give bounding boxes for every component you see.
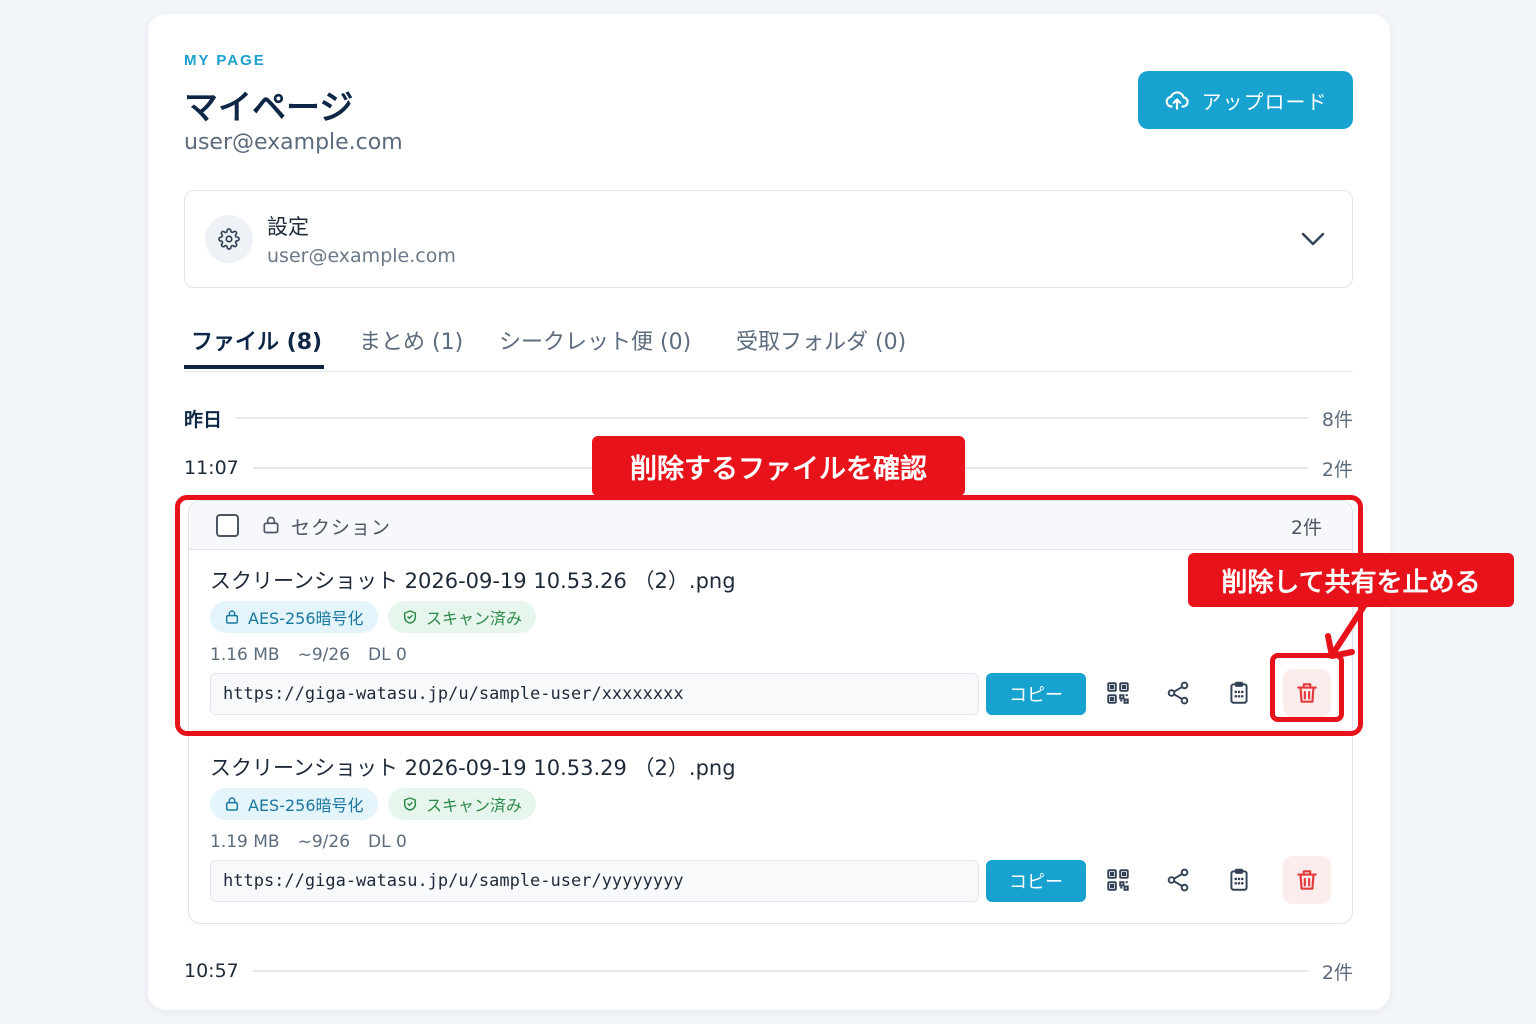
file-item: スクリーンショット 2026-09-19 10.53.29 （2）.png AE… — [189, 752, 1352, 923]
upload-button-label: アップロード — [1201, 89, 1328, 114]
badge-label: スキャン済み — [426, 609, 523, 628]
settings-title: 設定 — [267, 215, 309, 239]
active-tab-indicator — [184, 365, 324, 369]
settings-icon-wrap — [205, 215, 253, 263]
tab-inbox[interactable]: 受取フォルダ (0) — [736, 324, 906, 372]
share-icon — [1167, 868, 1189, 892]
file-downloads: DL 0 — [368, 832, 407, 852]
copy-button[interactable]: コピー — [986, 673, 1086, 715]
file-meta: 1.19 MB ~9/26 DL 0 — [210, 832, 425, 852]
share-button[interactable] — [1154, 669, 1202, 717]
file-size: 1.19 MB — [210, 832, 280, 852]
share-url-field[interactable]: https://giga-watasu.jp/u/sample-user/yyy… — [210, 860, 979, 902]
lock-icon — [263, 516, 279, 534]
settings-email: user@example.com — [267, 245, 456, 267]
qr-code-icon — [1107, 869, 1129, 891]
gear-icon — [218, 228, 240, 250]
settings-panel[interactable]: 設定 user@example.com — [184, 190, 1353, 288]
tab-bar: ファイル (8) まとめ (1) シークレット便 (0) 受取フォルダ (0) — [184, 318, 1353, 372]
copy-button[interactable]: コピー — [986, 860, 1086, 902]
annotation-callout-confirm: 削除するファイルを確認 — [592, 436, 965, 496]
annotation-arrow-icon — [1325, 603, 1367, 659]
qr-button[interactable] — [1094, 669, 1142, 717]
clipboard-button[interactable] — [1215, 669, 1263, 717]
divider — [252, 970, 1308, 972]
delete-button[interactable] — [1283, 669, 1331, 717]
shield-check-icon — [403, 610, 417, 624]
file-expiry: ~9/26 — [297, 832, 351, 852]
section-count: 2件 — [1290, 517, 1322, 539]
page-title: マイページ — [184, 88, 354, 128]
lock-icon — [225, 797, 239, 811]
section-header: セクション 2件 — [189, 501, 1352, 550]
file-name: スクリーンショット 2026-09-19 10.53.29 （2）.png — [210, 756, 736, 780]
badge-label: AES-256暗号化 — [248, 796, 364, 815]
share-icon — [1167, 681, 1189, 705]
group-count: 8件 — [1321, 408, 1353, 431]
badge-label: スキャン済み — [426, 796, 523, 815]
cloud-upload-icon — [1165, 91, 1189, 110]
annotation-callout-delete: 削除して共有を止める — [1188, 553, 1514, 607]
share-button[interactable] — [1154, 856, 1202, 904]
file-expiry: ~9/26 — [297, 645, 351, 665]
trash-icon — [1297, 870, 1317, 890]
clipboard-icon — [1230, 868, 1248, 891]
scan-badge: スキャン済み — [388, 788, 537, 820]
qr-code-icon — [1107, 682, 1129, 704]
group-header-time: 10:57 2件 — [184, 958, 1353, 984]
upload-button[interactable]: アップロード — [1138, 71, 1353, 129]
badge-label: AES-256暗号化 — [248, 609, 364, 628]
file-item: スクリーンショット 2026-09-19 10.53.26 （2）.png AE… — [189, 565, 1352, 745]
group-label: 昨日 — [184, 408, 223, 431]
file-name: スクリーンショット 2026-09-19 10.53.26 （2）.png — [210, 569, 736, 593]
tab-bundles[interactable]: まとめ (1) — [359, 324, 463, 372]
clipboard-button[interactable] — [1215, 856, 1263, 904]
group-label: 11:07 — [184, 457, 239, 479]
section-name: セクション — [291, 517, 392, 539]
file-downloads: DL 0 — [368, 645, 407, 665]
encryption-badge: AES-256暗号化 — [210, 788, 378, 820]
group-header-day: 昨日 8件 — [184, 405, 1353, 431]
group-label: 10:57 — [184, 960, 239, 982]
file-meta: 1.16 MB ~9/26 DL 0 — [210, 645, 425, 665]
shield-check-icon — [403, 797, 417, 811]
tab-secret[interactable]: シークレット便 (0) — [499, 324, 691, 372]
group-count: 2件 — [1321, 458, 1353, 481]
scan-badge: スキャン済み — [388, 601, 537, 633]
user-email: user@example.com — [184, 130, 403, 155]
delete-button[interactable] — [1283, 856, 1331, 904]
file-section: セクション 2件 スクリーンショット 2026-09-19 10.53.26 （… — [188, 500, 1353, 924]
qr-button[interactable] — [1094, 856, 1142, 904]
trash-icon — [1297, 683, 1317, 703]
encryption-badge: AES-256暗号化 — [210, 601, 378, 633]
section-select-checkbox[interactable] — [216, 514, 239, 537]
group-count: 2件 — [1321, 961, 1353, 984]
divider — [236, 417, 1308, 419]
chevron-down-icon[interactable] — [1300, 229, 1326, 249]
file-size: 1.16 MB — [210, 645, 280, 665]
clipboard-icon — [1230, 681, 1248, 704]
share-url-field[interactable]: https://giga-watasu.jp/u/sample-user/xxx… — [210, 673, 979, 715]
page-eyebrow: MY PAGE — [184, 52, 266, 69]
lock-icon — [225, 610, 239, 624]
